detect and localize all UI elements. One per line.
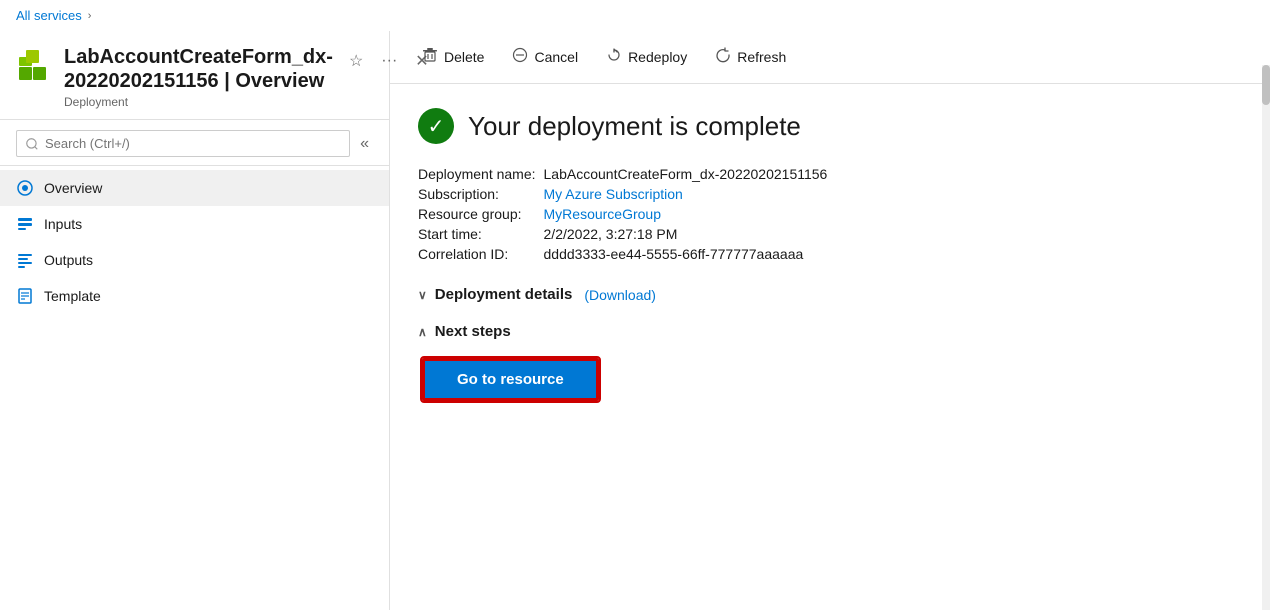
resource-subtitle: Deployment <box>64 95 333 109</box>
sidebar-item-inputs[interactable]: Inputs <box>0 206 389 242</box>
deployment-status-title: Your deployment is complete <box>468 111 801 142</box>
resource-group-label: Resource group: <box>418 206 536 222</box>
download-link[interactable]: (Download) <box>584 287 656 303</box>
collapse-sidebar-button[interactable]: « <box>356 133 373 155</box>
deployment-details-label: Deployment details <box>435 286 573 303</box>
next-steps-section: ∧ Next steps Go to resource <box>418 323 1242 401</box>
cancel-button[interactable]: Cancel <box>500 41 590 73</box>
deployment-details: Deployment name: LabAccountCreateForm_dx… <box>418 166 1242 262</box>
delete-label: Delete <box>444 49 484 65</box>
content-area: ✓ Your deployment is complete Deployment… <box>390 84 1270 610</box>
deployment-name-label: Deployment name: <box>418 166 536 182</box>
toolbar: Delete Cancel Redeploy <box>390 31 1270 84</box>
next-steps-content: Go to resource <box>418 348 1242 401</box>
breadcrumb-separator: › <box>88 10 92 22</box>
status-check-icon: ✓ <box>418 108 454 144</box>
breadcrumb-all-services[interactable]: All services <box>16 8 82 23</box>
sidebar: LabAccountCreateForm_dx-20220202151156 |… <box>0 31 390 610</box>
refresh-label: Refresh <box>737 49 786 65</box>
resource-icon <box>16 47 52 83</box>
go-to-resource-button[interactable]: Go to resource <box>422 358 599 401</box>
sidebar-item-template[interactable]: Template <box>0 278 389 314</box>
resource-group-value[interactable]: MyResourceGroup <box>544 206 1242 222</box>
start-time-value: 2/2/2022, 3:27:18 PM <box>544 226 1242 242</box>
cancel-label: Cancel <box>534 49 578 65</box>
scrollbar-track[interactable] <box>1262 65 1270 610</box>
sidebar-nav: Overview Inputs <box>0 166 389 318</box>
overview-icon <box>16 179 34 197</box>
resource-header: LabAccountCreateForm_dx-20220202151156 |… <box>0 31 389 120</box>
sidebar-item-inputs-label: Inputs <box>44 216 82 232</box>
scrollbar-thumb[interactable] <box>1262 65 1270 105</box>
deployment-name-value: LabAccountCreateForm_dx-20220202151156 <box>544 166 1242 182</box>
next-steps-toggle: ∧ <box>418 325 427 339</box>
deployment-details-header[interactable]: ∨ Deployment details (Download) <box>418 286 1242 303</box>
search-input[interactable] <box>16 130 350 157</box>
template-icon <box>16 287 34 305</box>
redeploy-button[interactable]: Redeploy <box>594 41 699 73</box>
cancel-icon <box>512 47 528 67</box>
resource-full-title: LabAccountCreateForm_dx-20220202151156 |… <box>64 45 333 93</box>
sidebar-item-outputs[interactable]: Outputs <box>0 242 389 278</box>
delete-button[interactable]: Delete <box>410 41 496 73</box>
outputs-icon <box>16 251 34 269</box>
sidebar-item-overview-label: Overview <box>44 180 102 196</box>
inputs-icon <box>16 215 34 233</box>
page-title: Overview <box>235 70 324 92</box>
breadcrumb: All services › <box>0 0 1270 31</box>
subscription-value[interactable]: My Azure Subscription <box>544 186 1242 202</box>
deployment-details-section: ∨ Deployment details (Download) <box>418 286 1242 303</box>
pin-button[interactable]: ☆ <box>345 49 367 73</box>
deployment-status: ✓ Your deployment is complete <box>418 108 1242 144</box>
sidebar-item-overview[interactable]: Overview <box>0 170 389 206</box>
subscription-label: Subscription: <box>418 186 536 202</box>
deployment-details-toggle: ∨ <box>418 288 427 302</box>
main-content: Delete Cancel Redeploy <box>390 31 1270 610</box>
resource-title-block: LabAccountCreateForm_dx-20220202151156 |… <box>64 45 333 109</box>
refresh-button[interactable]: Refresh <box>703 41 798 73</box>
delete-icon <box>422 47 438 67</box>
refresh-icon <box>715 47 731 67</box>
correlation-id-value: dddd3333-ee44-5555-66ff-777777aaaaaa <box>544 246 1242 262</box>
sidebar-item-outputs-label: Outputs <box>44 252 93 268</box>
page-separator: | <box>224 70 235 92</box>
search-wrap: « <box>0 120 389 166</box>
next-steps-label: Next steps <box>435 323 511 340</box>
start-time-label: Start time: <box>418 226 536 242</box>
correlation-id-label: Correlation ID: <box>418 246 536 262</box>
sidebar-item-template-label: Template <box>44 288 101 304</box>
next-steps-header[interactable]: ∧ Next steps <box>418 323 1242 340</box>
redeploy-icon <box>606 47 622 67</box>
redeploy-label: Redeploy <box>628 49 687 65</box>
